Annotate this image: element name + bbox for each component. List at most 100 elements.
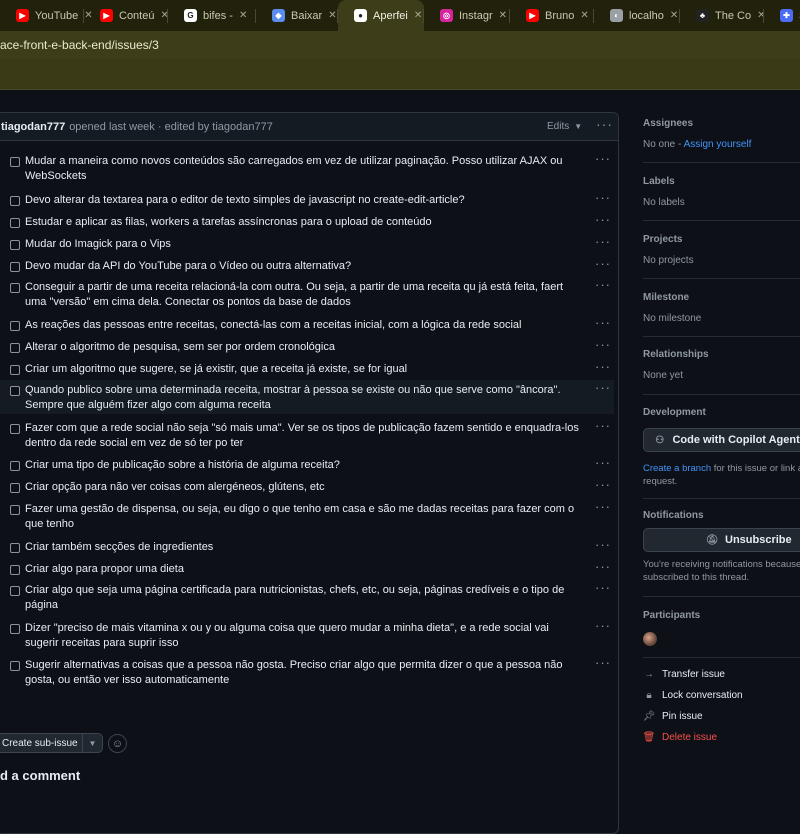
create-branch-link[interactable]: Create a branch — [643, 463, 711, 474]
tab-close-icon[interactable]: ✕ — [414, 10, 422, 21]
url-text[interactable]: ace-front-e-back-end/issues/3 — [0, 38, 159, 52]
task-checkbox[interactable] — [10, 461, 20, 471]
task-checkbox[interactable] — [10, 321, 20, 331]
unsubscribe-button[interactable]: 🔕︎ Unsubscribe — [643, 528, 800, 552]
browser-tab[interactable]: ◆ Baixar ✕ — [256, 0, 338, 31]
participant-avatar[interactable] — [643, 632, 657, 646]
relationships-title[interactable]: Relationships — [643, 349, 709, 360]
task-options-icon[interactable]: ··· — [595, 315, 611, 330]
lock-conversation-link[interactable]: 🔒︎ Lock conversation — [643, 690, 742, 701]
task-options-icon[interactable]: ··· — [595, 455, 611, 470]
task-list-item[interactable]: Dizer "preciso de mais vitamina x ou y o… — [0, 618, 614, 652]
edits-dropdown[interactable]: Edits ▼ — [547, 121, 582, 132]
code-with-copilot-button[interactable]: ⚇ Code with Copilot Agent M — [643, 428, 800, 452]
task-list-item[interactable]: Mudar do Imagick para o Vips ··· — [0, 234, 614, 254]
task-checkbox[interactable] — [10, 565, 20, 575]
browser-tab[interactable]: ▶ Bruno ✕ — [510, 0, 594, 31]
task-checkbox[interactable] — [10, 483, 20, 493]
task-options-icon[interactable]: ··· — [595, 477, 611, 492]
task-list-item[interactable]: Fazer com que a rede social não seja "só… — [0, 418, 614, 452]
issue-author-link[interactable]: tiagodan777 — [1, 121, 65, 133]
task-list-item[interactable]: Criar também secções de ingredientes ··· — [0, 537, 614, 557]
task-checkbox[interactable] — [10, 218, 20, 228]
task-list-item[interactable]: Devo alterar da textarea para o editor d… — [0, 190, 614, 210]
task-options-icon[interactable]: ··· — [595, 337, 611, 352]
task-list-item[interactable]: Conseguir a partir de uma receita relaci… — [0, 277, 614, 311]
task-options-icon[interactable]: ··· — [595, 277, 611, 292]
projects-title[interactable]: Projects — [643, 234, 682, 245]
task-checkbox[interactable] — [10, 543, 20, 553]
task-options-icon[interactable]: ··· — [595, 655, 611, 670]
task-list-item[interactable]: Mudar a maneira como novos conteúdos são… — [0, 151, 614, 185]
browser-tab[interactable]: ▶ YouTube ✕ — [0, 0, 93, 31]
tab-close-icon[interactable]: ✕ — [580, 10, 588, 21]
development-title[interactable]: Development — [643, 407, 706, 418]
tab-close-icon[interactable]: ✕ — [239, 10, 247, 21]
pin-issue-link[interactable]: 📌︎ Pin issue — [643, 711, 703, 722]
task-checkbox[interactable] — [10, 624, 20, 634]
browser-tab[interactable]: ● Aperfei ✕ — [338, 0, 424, 31]
browser-tab[interactable]: ◎ Instagr ✕ — [424, 0, 510, 31]
task-list-item[interactable]: Criar uma tipo de publicação sobre a his… — [0, 455, 614, 475]
task-options-icon[interactable]: ··· — [595, 499, 611, 514]
task-options-icon[interactable]: ··· — [595, 359, 611, 374]
task-list-item[interactable]: Sugerir alternativas a coisas que a pess… — [0, 655, 614, 689]
browser-tab[interactable]: ♣ The Co ✕ — [680, 0, 765, 31]
transfer-issue-link[interactable]: → Transfer issue — [643, 669, 725, 680]
task-checkbox[interactable] — [10, 365, 20, 375]
task-checkbox[interactable] — [10, 505, 20, 515]
sub-issue-dropdown-button[interactable]: ▼ — [83, 733, 103, 753]
task-options-icon[interactable]: ··· — [595, 559, 611, 574]
browser-tab[interactable]: ✚S — [764, 0, 800, 31]
task-checkbox[interactable] — [10, 343, 20, 353]
browser-tab[interactable]: Gbifes - ✕ — [168, 0, 256, 31]
task-options-icon[interactable]: ··· — [595, 618, 611, 633]
browser-tab[interactable]: ▶ Conteú ✕ — [84, 0, 169, 31]
assign-yourself-link[interactable]: Assign yourself — [684, 139, 752, 150]
task-list-item[interactable]: Alterar o algoritmo de pesquisa, sem ser… — [0, 337, 614, 357]
browser-tab[interactable]: ◐ localho ✕ — [594, 0, 680, 31]
divider — [643, 394, 800, 395]
task-options-icon[interactable]: ··· — [595, 190, 611, 205]
task-list-item[interactable]: Criar algo para propor uma dieta ··· — [0, 559, 614, 579]
task-options-icon[interactable]: ··· — [595, 380, 611, 395]
task-checkbox[interactable] — [10, 157, 20, 167]
task-options-icon[interactable]: ··· — [595, 418, 611, 433]
task-checkbox[interactable] — [10, 240, 20, 250]
tab-close-icon[interactable]: ✕ — [499, 10, 507, 21]
task-checkbox[interactable] — [10, 586, 20, 596]
task-text: Criar algo que seja uma página certifica… — [25, 584, 565, 611]
task-list-item[interactable]: Fazer uma gestão de dispensa, ou seja, e… — [0, 499, 614, 533]
task-list-item[interactable]: Criar um algoritmo que sugere, se já exi… — [0, 359, 614, 379]
add-reaction-smiley-icon[interactable]: ☺ — [108, 734, 127, 753]
assignees-title[interactable]: Assignees — [643, 118, 693, 129]
task-checkbox[interactable] — [10, 283, 20, 293]
task-checkbox[interactable] — [10, 386, 20, 396]
assignees-value: No one - Assign yourself — [643, 139, 751, 150]
task-options-icon[interactable]: ··· — [595, 151, 611, 166]
task-options-icon[interactable]: ··· — [595, 537, 611, 552]
task-checkbox[interactable] — [10, 262, 20, 272]
task-options-icon[interactable]: ··· — [595, 580, 611, 595]
task-options-icon[interactable]: ··· — [595, 212, 611, 227]
labels-title[interactable]: Labels — [643, 176, 675, 187]
task-list-item[interactable]: Estudar e aplicar as filas, workers a ta… — [0, 212, 614, 232]
address-bar[interactable]: ace-front-e-back-end/issues/3 — [0, 31, 800, 59]
task-text: Fazer com que a rede social não seja "só… — [25, 422, 579, 449]
task-list-item[interactable]: Quando publico sobre uma determinada rec… — [0, 380, 614, 414]
task-checkbox[interactable] — [10, 424, 20, 434]
task-list-item[interactable]: As reações das pessoas entre receitas, c… — [0, 315, 614, 335]
task-list-item[interactable]: Criar opção para não ver coisas com aler… — [0, 477, 614, 497]
task-list-item[interactable]: Devo mudar da API do YouTube para o Víde… — [0, 256, 614, 276]
task-checkbox[interactable] — [10, 196, 20, 206]
task-options-icon[interactable]: ··· — [595, 234, 611, 249]
kebab-menu-icon[interactable]: ··· — [596, 116, 613, 132]
task-checkbox[interactable] — [10, 661, 20, 671]
task-options-icon[interactable]: ··· — [595, 256, 611, 271]
tab-close-icon[interactable]: ✕ — [328, 10, 336, 21]
create-sub-issue-button[interactable]: Create sub-issue — [0, 733, 83, 753]
tab-close-icon[interactable]: ✕ — [670, 10, 678, 21]
delete-issue-link[interactable]: 🗑︎ Delete issue — [643, 732, 717, 743]
milestone-title[interactable]: Milestone — [643, 292, 689, 303]
task-list-item[interactable]: Criar algo que seja uma página certifica… — [0, 580, 614, 614]
